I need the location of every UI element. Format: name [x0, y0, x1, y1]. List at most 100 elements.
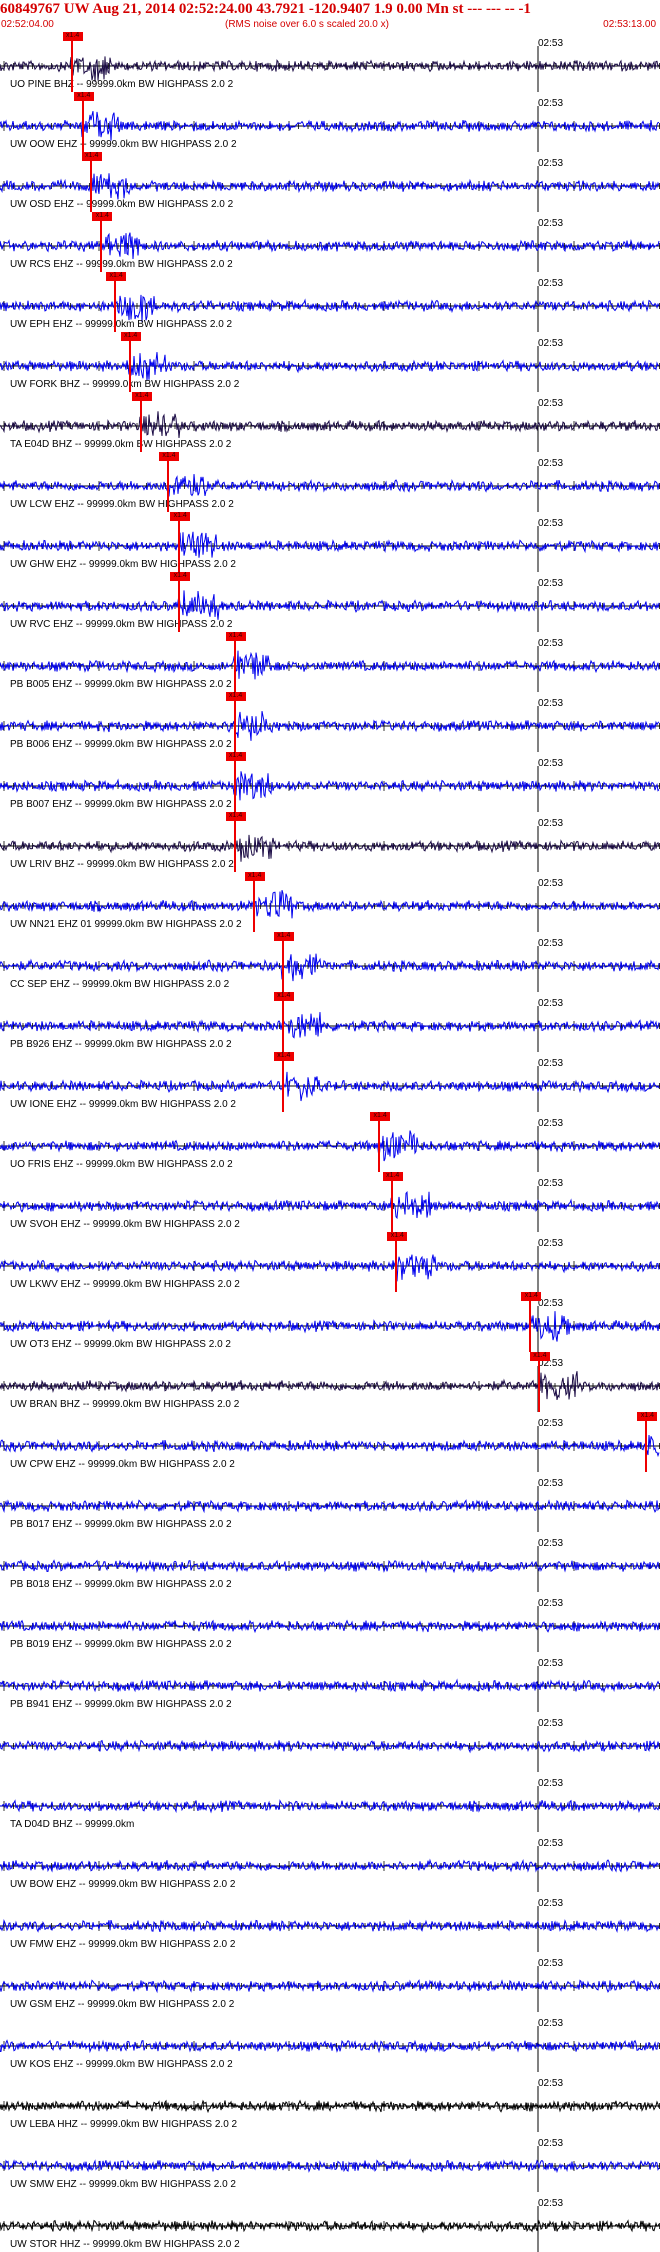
channel-label: UW CPW EHZ -- 99999.0km BW HIGHPASS 2.0 … [10, 1459, 235, 1470]
minute-label: 02:53 [538, 1598, 564, 1609]
channel-label: PB B019 EHZ -- 99999.0km BW HIGHPASS 2.0… [10, 1639, 232, 1650]
track: 02:53 TA D04D BHZ -- 99999.0km [0, 1772, 660, 1832]
minute-label: 02:53 [538, 818, 564, 829]
track: 02:53 PB B005 EHZ -- 99999.0km BW HIGHPAS… [0, 632, 660, 692]
channel-label: PB B926 EHZ -- 99999.0km BW HIGHPASS 2.0… [10, 1039, 232, 1050]
track: 02:53 UW LEBA HHZ -- 99999.0km BW HIGHPAS… [0, 2072, 660, 2132]
track: 02:53 UW STOR HHZ -- 99999.0km BW HIGHPAS… [0, 2192, 660, 2252]
pick-line [281, 941, 284, 992]
event-title: 60849767 UW Aug 21, 2014 02:52:24.00 43.… [0, 1, 531, 17]
channel-label: UW STOR HHZ -- 99999.0km BW HIGHPASS 2.0… [10, 2239, 240, 2250]
minute-label: 02:53 [538, 1478, 564, 1489]
pick-marker[interactable]: x1.4 [81, 152, 102, 161]
channel-label: UW SVOH EHZ -- 99999.0km BW HIGHPASS 2.0… [10, 1219, 240, 1230]
pick-line [89, 161, 92, 212]
track: 02:53 UO FRIS EHZ -- 99999.0km BW HIGHPAS… [0, 1112, 660, 1172]
track: 02:53 PB B018 EHZ -- 99999.0km BW HIGHPAS… [0, 1532, 660, 1592]
track: 02:53 UO PINE BHZ -- 99999.0km BW HIGHPAS… [0, 32, 660, 92]
track: 02:53 UW NN21 EHZ 01 99999.0km BW HIGHPAS… [0, 872, 660, 932]
channel-label: UW LCW EHZ -- 99999.0km BW HIGHPASS 2.0 … [10, 499, 234, 510]
channel-label: UW OT3 EHZ -- 99999.0km BW HIGHPASS 2.0 … [10, 1339, 231, 1350]
pick-marker[interactable]: x1.4 [120, 332, 141, 341]
track: 02:53 PB B926 EHZ -- 99999.0km BW HIGHPAS… [0, 992, 660, 1052]
minute-label: 02:53 [538, 938, 564, 949]
track: 02:53 CC SEP EHZ -- 99999.0km BW HIGHPASS… [0, 932, 660, 992]
pick-marker[interactable]: x1.4 [225, 632, 246, 641]
pick-line [233, 641, 236, 692]
track: 02:53 UW EPH EHZ -- 99999.0km BW HIGHPASS… [0, 272, 660, 332]
pick-marker[interactable]: x1.4 [244, 872, 265, 881]
pick-marker[interactable]: x1.4 [273, 932, 294, 941]
trace-line [0, 474, 660, 497]
minute-label: 02:53 [538, 1658, 564, 1669]
track: 02:53 PB B007 EHZ -- 99999.0km BW HIGHPAS… [0, 752, 660, 812]
track: 02:53 UW FORK BHZ -- 99999.0km BW HIGHPAS… [0, 332, 660, 392]
channel-label: UW BRAN BHZ -- 99999.0km BW HIGHPASS 2.0… [10, 1399, 240, 1410]
pick-marker[interactable]: x1.4 [273, 1052, 294, 1061]
channel-label: UW FORK BHZ -- 99999.0km BW HIGHPASS 2.0… [10, 379, 240, 390]
pick-marker[interactable]: x1.4 [637, 1412, 658, 1421]
channel-label: TA E04D BHZ -- 99999.0km BW HIGHPASS 2.0… [10, 439, 232, 450]
channel-label: UW RVC EHZ -- 99999.0km BW HIGHPASS 2.0 … [10, 619, 233, 630]
pick-marker[interactable]: x1.4 [92, 212, 113, 221]
minute-label: 02:53 [538, 1298, 564, 1309]
pick-marker[interactable]: x1.4 [106, 272, 127, 281]
minute-label: 02:53 [538, 998, 564, 1009]
pick-marker[interactable]: x1.4 [225, 752, 246, 761]
track: 02:53 UW LCW EHZ -- 99999.0km BW HIGHPASS… [0, 452, 660, 512]
pick-marker[interactable]: x1.4 [170, 512, 191, 521]
pick-marker[interactable]: x1.4 [225, 812, 246, 821]
pick-line [233, 821, 236, 872]
minute-label: 02:53 [538, 2138, 564, 2149]
minute-label: 02:53 [538, 1538, 564, 1549]
channel-label: UW SMW EHZ -- 99999.0km BW HIGHPASS 2.0 … [10, 2179, 236, 2190]
pick-marker[interactable]: x1.4 [225, 692, 246, 701]
minute-label: 02:53 [538, 638, 564, 649]
track: 02:53 UW CPW EHZ -- 99999.0km BW HIGHPASS… [0, 1412, 660, 1472]
pick-line [128, 341, 131, 392]
minute-label: 02:53 [538, 1238, 564, 1249]
rms-note: (RMS noise over 6.0 s scaled 20.0 x) [225, 19, 389, 30]
minute-label: 02:53 [538, 1958, 564, 1969]
pick-line [166, 461, 169, 512]
pick-marker[interactable]: x1.4 [521, 1292, 542, 1301]
pick-marker[interactable]: x1.4 [73, 92, 94, 101]
minute-label: 02:53 [538, 1058, 564, 1069]
channel-label: UW FMW EHZ -- 99999.0km BW HIGHPASS 2.0 … [10, 1939, 236, 1950]
pick-marker[interactable]: x1.4 [370, 1112, 391, 1121]
channel-label: UW KOS EHZ -- 99999.0km BW HIGHPASS 2.0 … [10, 2059, 233, 2070]
pick-line [139, 401, 142, 452]
pick-marker[interactable]: x1.4 [273, 992, 294, 1001]
minute-label: 02:53 [538, 2198, 564, 2209]
pick-marker[interactable]: x1.4 [382, 1172, 403, 1181]
pick-marker[interactable]: x1.4 [62, 32, 83, 41]
trace-line [0, 56, 660, 82]
channel-label: UW IONE EHZ -- 99999.0km BW HIGHPASS 2.0… [10, 1099, 236, 1110]
minute-label: 02:53 [538, 2078, 564, 2089]
pick-marker[interactable]: x1.4 [131, 392, 152, 401]
trace-line [0, 1434, 660, 1460]
pick-line [81, 101, 84, 152]
pick-marker[interactable]: x1.4 [158, 452, 179, 461]
track: 02:53 UW OT3 EHZ -- 99999.0km BW HIGHPASS… [0, 1292, 660, 1352]
pick-marker[interactable]: x1.4 [529, 1352, 550, 1361]
channel-label: PB B018 EHZ -- 99999.0km BW HIGHPASS 2.0… [10, 1579, 232, 1590]
pick-line [70, 41, 73, 92]
minute-label: 02:53 [538, 1418, 564, 1429]
pick-marker[interactable]: x1.4 [170, 572, 191, 581]
minute-label: 02:53 [538, 698, 564, 709]
track: 02:53 UW GSM EHZ -- 99999.0km BW HIGHPASS… [0, 1952, 660, 2012]
channel-label: PB B005 EHZ -- 99999.0km BW HIGHPASS 2.0… [10, 679, 232, 690]
pick-marker[interactable]: x1.4 [387, 1232, 408, 1241]
channel-label: PB B017 EHZ -- 99999.0km BW HIGHPASS 2.0… [10, 1519, 232, 1530]
minute-label: 02:53 [538, 1838, 564, 1849]
track: 02:53 UW OSD EHZ -- 99999.0km BW HIGHPASS… [0, 152, 660, 212]
pick-line [378, 1121, 381, 1172]
start-time: 02:52:04.00 [1, 19, 54, 30]
track: 02:53 UW LRIV BHZ -- 99999.0km BW HIGHPAS… [0, 812, 660, 872]
minute-label: 02:53 [538, 1118, 564, 1129]
track: 02:53 UW RCS EHZ -- 99999.0km BW HIGHPASS… [0, 212, 660, 272]
channel-label: UW OOW EHZ -- 99999.0km BW HIGHPASS 2.0 … [10, 139, 237, 150]
pick-line [395, 1241, 398, 1292]
track: 02:53 UW IONE EHZ -- 99999.0km BW HIGHPAS… [0, 1052, 660, 1112]
